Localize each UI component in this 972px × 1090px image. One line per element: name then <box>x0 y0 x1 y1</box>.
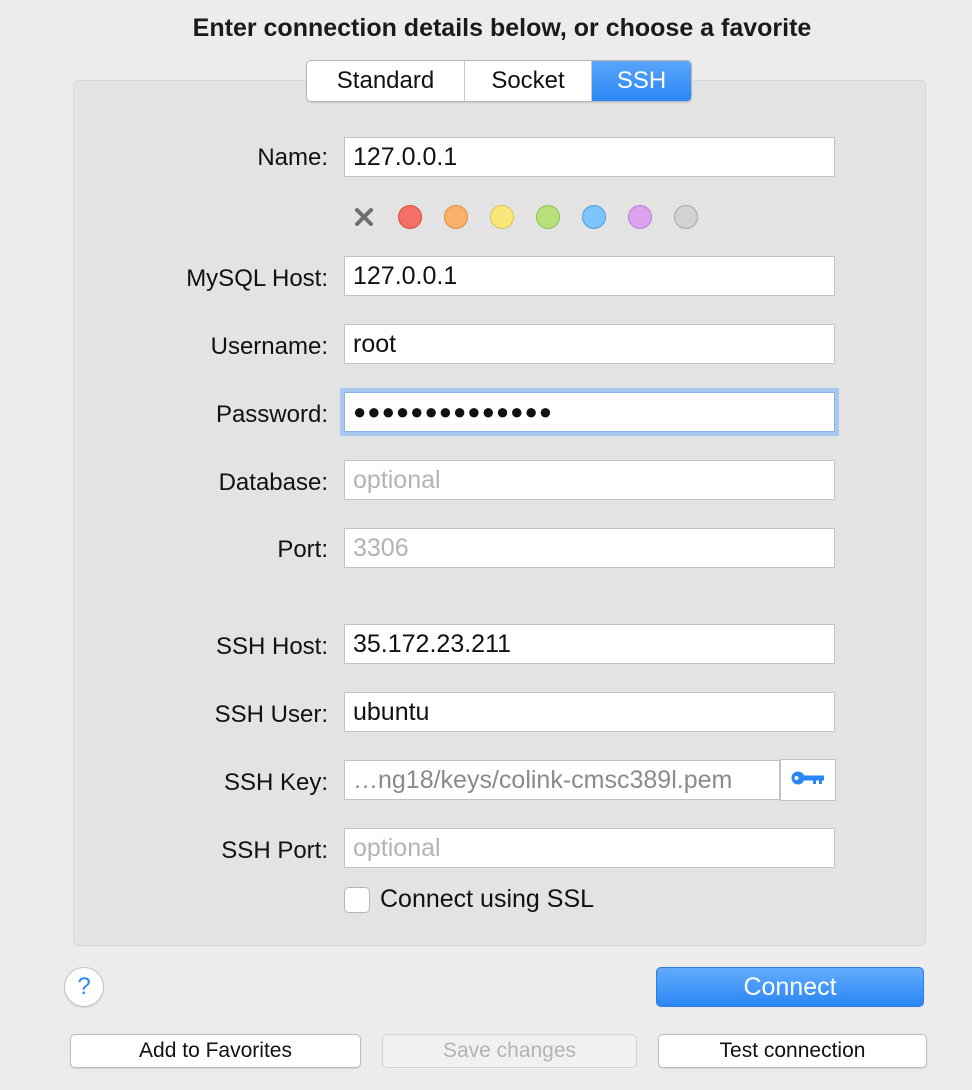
name-label: Name: <box>257 144 328 171</box>
help-button[interactable]: ? <box>64 967 104 1007</box>
mysql-host-field[interactable]: 127.0.0.1 <box>344 256 835 296</box>
ssh-key-browse-button[interactable] <box>780 759 836 801</box>
color-swatch-red[interactable] <box>398 205 422 229</box>
password-label: Password: <box>215 401 328 428</box>
tab-ssh[interactable]: SSH <box>592 61 691 101</box>
ssl-checkbox-label[interactable]: Connect using SSL <box>380 885 594 914</box>
port-label: Port: <box>277 536 328 563</box>
connection-type-tabs: Standard Socket SSH <box>306 60 692 102</box>
color-swatch-gray[interactable] <box>674 205 698 229</box>
connect-button[interactable]: Connect <box>656 967 924 1007</box>
color-swatch-green[interactable] <box>536 205 560 229</box>
ssh-user-label: SSH User: <box>214 701 328 728</box>
ssh-port-field[interactable]: optional <box>344 828 835 868</box>
key-icon <box>791 770 825 791</box>
username-field[interactable]: root <box>344 324 835 364</box>
color-picker <box>352 205 720 229</box>
tab-socket[interactable]: Socket <box>465 61 592 101</box>
color-swatch-purple[interactable] <box>628 205 652 229</box>
ssh-port-label: SSH Port: <box>221 837 328 864</box>
color-swatch-blue[interactable] <box>582 205 606 229</box>
name-field[interactable]: 127.0.0.1 <box>344 137 835 177</box>
mysql-host-label: MySQL Host: <box>186 265 328 292</box>
save-changes-button: Save changes <box>382 1034 637 1068</box>
port-field[interactable]: 3306 <box>344 528 835 568</box>
ssl-checkbox[interactable] <box>344 887 370 913</box>
password-field[interactable]: ●●●●●●●●●●●●●● <box>344 392 835 432</box>
database-label: Database: <box>218 469 328 496</box>
ssh-user-field[interactable]: ubuntu <box>344 692 835 732</box>
ssh-key-field[interactable]: …ng18/keys/colink-cmsc389l.pem <box>344 760 780 800</box>
ssh-host-field[interactable]: 35.172.23.211 <box>344 624 835 664</box>
tab-standard[interactable]: Standard <box>307 61 465 101</box>
test-connection-button[interactable]: Test connection <box>658 1034 927 1068</box>
ssh-host-label: SSH Host: <box>215 633 328 660</box>
username-label: Username: <box>210 333 328 360</box>
x-mark-icon[interactable] <box>352 205 376 229</box>
add-to-favorites-button[interactable]: Add to Favorites <box>70 1034 361 1068</box>
color-swatch-orange[interactable] <box>444 205 468 229</box>
ssh-key-label: SSH Key: <box>223 769 328 796</box>
database-field[interactable]: optional <box>344 460 835 500</box>
color-swatch-yellow[interactable] <box>490 205 514 229</box>
dialog-heading: Enter connection details below, or choos… <box>192 14 812 42</box>
